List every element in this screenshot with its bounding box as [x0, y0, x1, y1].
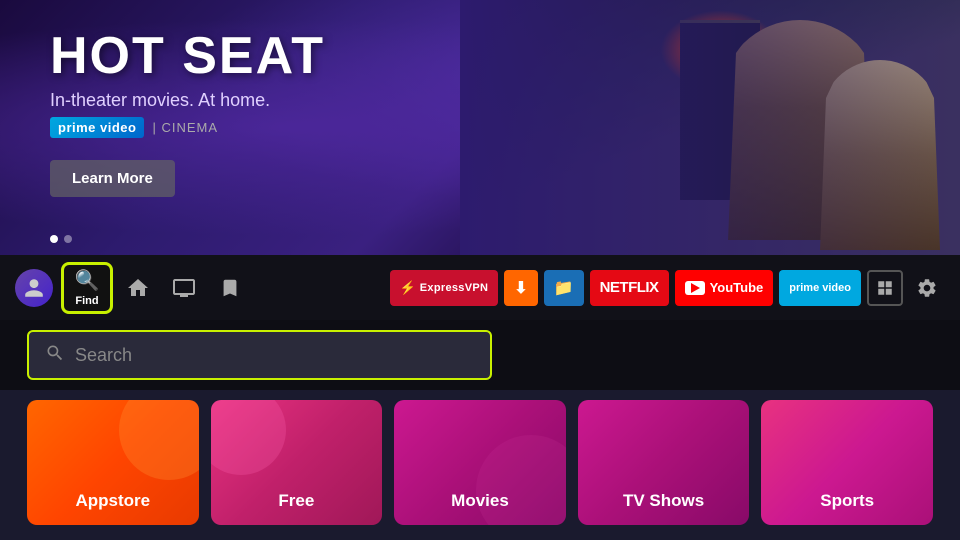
live-nav-button[interactable]	[163, 267, 205, 309]
find-label: Find	[75, 295, 98, 307]
hero-dot-1[interactable]	[50, 235, 58, 243]
category-tvshows[interactable]: TV Shows	[578, 400, 750, 525]
hero-dots	[50, 235, 72, 243]
learn-more-button[interactable]: Learn More	[50, 160, 175, 197]
bookmark-icon	[219, 277, 241, 299]
youtube-shortcut[interactable]: YouTube	[675, 270, 774, 306]
grid-button[interactable]	[867, 270, 903, 306]
primevideo-shortcut[interactable]: prime video	[779, 270, 861, 306]
category-movies[interactable]: Movies	[394, 400, 566, 525]
youtube-play-triangle	[691, 283, 700, 293]
hero-subtitle: In-theater movies. At home.	[50, 90, 325, 111]
filebrowser-shortcut[interactable]: 📁	[544, 270, 584, 306]
tv-icon	[172, 276, 196, 300]
hero-content: HOT SEAT In-theater movies. At home. pri…	[50, 30, 325, 197]
sports-label: Sports	[820, 491, 874, 511]
expressvpn-label: ExpressVPN	[420, 282, 488, 294]
hero-dot-2[interactable]	[64, 235, 72, 243]
tvshows-label: TV Shows	[623, 491, 704, 511]
hero-title: HOT SEAT	[50, 30, 325, 82]
categories-row: Appstore Free Movies TV Shows Sports	[0, 390, 960, 535]
youtube-play-icon	[685, 281, 705, 295]
downloader-icon: ⬇	[514, 278, 527, 298]
hero-image-area	[460, 0, 960, 255]
appstore-label: Appstore	[75, 491, 150, 511]
settings-icon	[916, 277, 938, 299]
expressvpn-shortcut[interactable]: ⚡ ExpressVPN	[390, 270, 499, 306]
netflix-label: NETFLIX	[600, 279, 659, 296]
search-section: Search	[0, 320, 960, 390]
search-placeholder: Search	[75, 345, 132, 366]
home-nav-button[interactable]	[117, 267, 159, 309]
search-bar-icon	[45, 343, 65, 368]
downloader-shortcut[interactable]: ⬇	[504, 270, 537, 306]
home-icon	[126, 276, 150, 300]
search-bar[interactable]: Search	[27, 330, 492, 380]
avatar-icon	[23, 277, 45, 299]
youtube-label: YouTube	[710, 280, 764, 295]
netflix-shortcut[interactable]: NETFLIX	[590, 270, 669, 306]
prime-video-logo: prime video	[50, 117, 144, 138]
settings-button[interactable]	[909, 270, 945, 306]
expressvpn-icon: ⚡	[400, 280, 416, 296]
hero-image-gradient	[460, 0, 960, 255]
free-label: Free	[278, 491, 314, 511]
category-appstore[interactable]: Appstore	[27, 400, 199, 525]
grid-icon	[876, 279, 894, 297]
hero-cinema-label: | CINEMA	[152, 120, 218, 135]
hero-brand: prime video | CINEMA	[50, 117, 325, 138]
filebrowser-icon: 📁	[554, 278, 574, 298]
primevideo-label: prime video	[789, 282, 851, 294]
app-shortcuts: ⚡ ExpressVPN ⬇ 📁 NETFLIX YouTube prime v…	[390, 270, 945, 306]
movies-label: Movies	[451, 491, 509, 511]
navbar: 🔍 Find ⚡ ExpressVPN ⬇ 📁	[0, 255, 960, 320]
category-free[interactable]: Free	[211, 400, 383, 525]
category-sports[interactable]: Sports	[761, 400, 933, 525]
find-button[interactable]: 🔍 Find	[61, 262, 113, 314]
user-avatar[interactable]	[15, 269, 53, 307]
hero-banner: HOT SEAT In-theater movies. At home. pri…	[0, 0, 960, 255]
saved-nav-button[interactable]	[209, 267, 251, 309]
search-icon: 🔍	[75, 268, 100, 293]
